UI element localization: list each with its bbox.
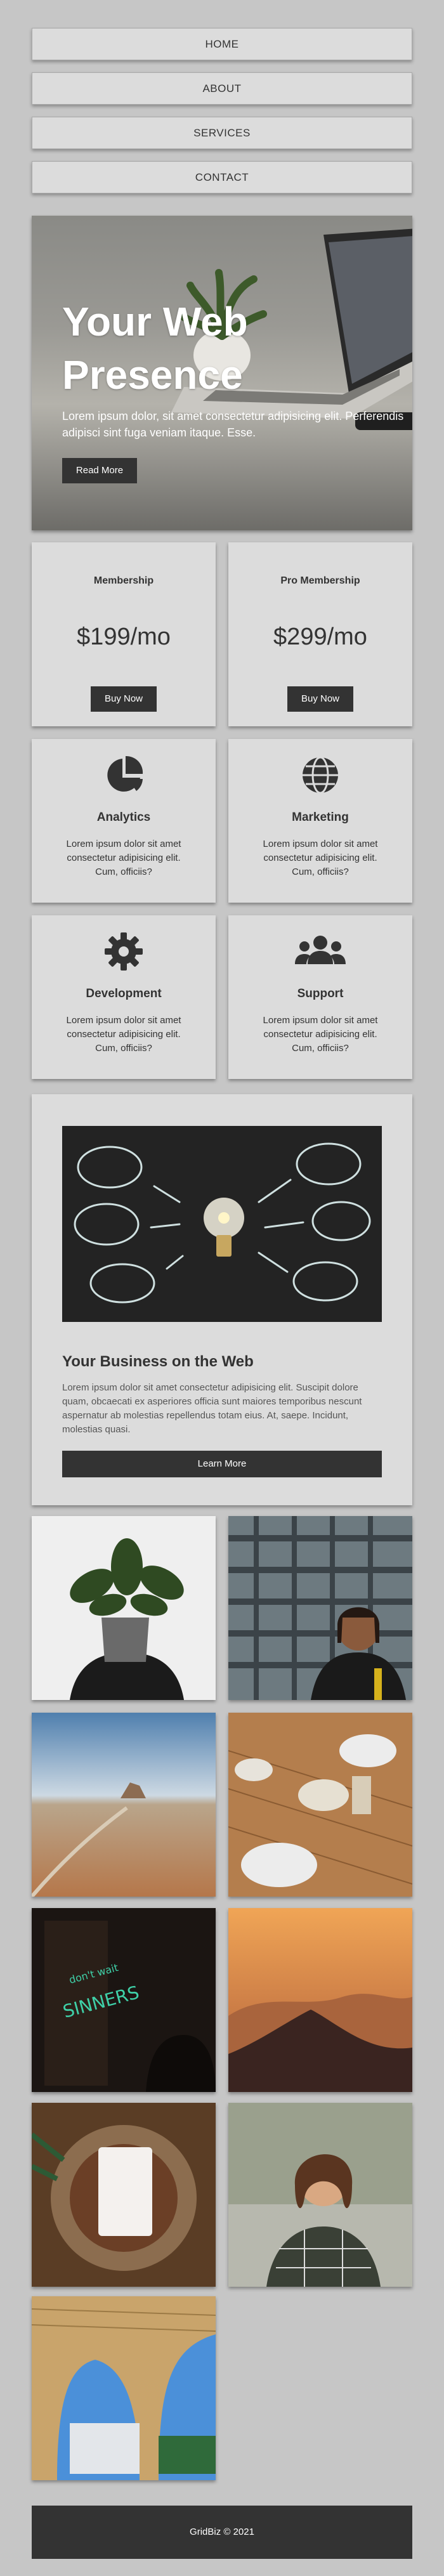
service-text: Lorem ipsum dolor sit amet consectetur a… [66, 1015, 181, 1054]
users-icon [295, 936, 346, 964]
service-card-marketing: Marketing Lorem ipsum dolor sit amet con… [228, 739, 412, 903]
hero-title: Your Web Presence [62, 299, 248, 398]
nav-item-home[interactable]: HOME [32, 28, 412, 60]
buy-now-button[interactable]: Buy Now [91, 686, 157, 712]
service-text: Lorem ipsum dolor sit amet consectetur a… [66, 839, 181, 877]
nav-item-services[interactable]: SERVICES [32, 117, 412, 149]
pricing-card-membership: Membership $199/mo Buy Now [32, 542, 216, 726]
service-text: Lorem ipsum dolor sit amet consectetur a… [263, 1015, 378, 1054]
service-title: Support [297, 987, 344, 1000]
gallery-photo-neon-sign: SINNERS don't wait [32, 1908, 216, 2092]
gallery-photo-table [228, 1713, 412, 1897]
gallery-photo-desert [32, 1713, 216, 1897]
buy-now-button[interactable]: Buy Now [287, 686, 353, 712]
gallery-photo-building-man [228, 1516, 412, 1700]
lightbulb-chalkboard-image [62, 1126, 382, 1322]
gallery-photo-woman [228, 2103, 412, 2287]
business-text: Lorem ipsum dolor sit amet consectetur a… [62, 1382, 362, 1435]
service-title: Development [86, 987, 162, 1000]
service-title: Marketing [292, 811, 349, 824]
pie-chart-icon [107, 755, 143, 792]
gallery-photo-mountains [228, 1908, 412, 2092]
service-card-support: Support Lorem ipsum dolor sit amet conse… [228, 915, 412, 1079]
pricing-price: $299/mo [273, 624, 367, 650]
pricing-title: Membership [93, 575, 154, 586]
nav-item-about[interactable]: ABOUT [32, 72, 412, 105]
gallery-photo-architecture [32, 2296, 216, 2480]
pricing-price: $199/mo [77, 624, 171, 650]
learn-more-button[interactable]: Learn More [62, 1451, 382, 1477]
business-section: Your Business on the Web Lorem ipsum dol… [32, 1094, 412, 1505]
footer-copyright: GridBiz © 2021 [190, 2527, 254, 2537]
globe-icon [303, 756, 338, 794]
hero-section: Your Web Presence Lorem ipsum dolor, sit… [32, 216, 412, 530]
footer: GridBiz © 2021 [32, 2506, 412, 2559]
business-title: Your Business on the Web [62, 1353, 254, 1370]
service-title: Analytics [96, 811, 151, 824]
gallery-photo-plate [32, 2103, 216, 2287]
read-more-button[interactable]: Read More [62, 458, 137, 483]
gallery-photo-plant [32, 1516, 216, 1700]
service-card-development: Development Lorem ipsum dolor sit amet c… [32, 915, 216, 1079]
pricing-title: Pro Membership [280, 575, 360, 586]
service-card-analytics: Analytics Lorem ipsum dolor sit amet con… [32, 739, 216, 903]
service-text: Lorem ipsum dolor sit amet consectetur a… [263, 839, 378, 877]
pricing-card-pro-membership: Pro Membership $299/mo Buy Now [228, 542, 412, 726]
gear-icon [105, 932, 143, 971]
hero-text: Lorem ipsum dolor, sit amet consectetur … [62, 410, 404, 439]
nav-item-contact[interactable]: CONTACT [32, 161, 412, 193]
